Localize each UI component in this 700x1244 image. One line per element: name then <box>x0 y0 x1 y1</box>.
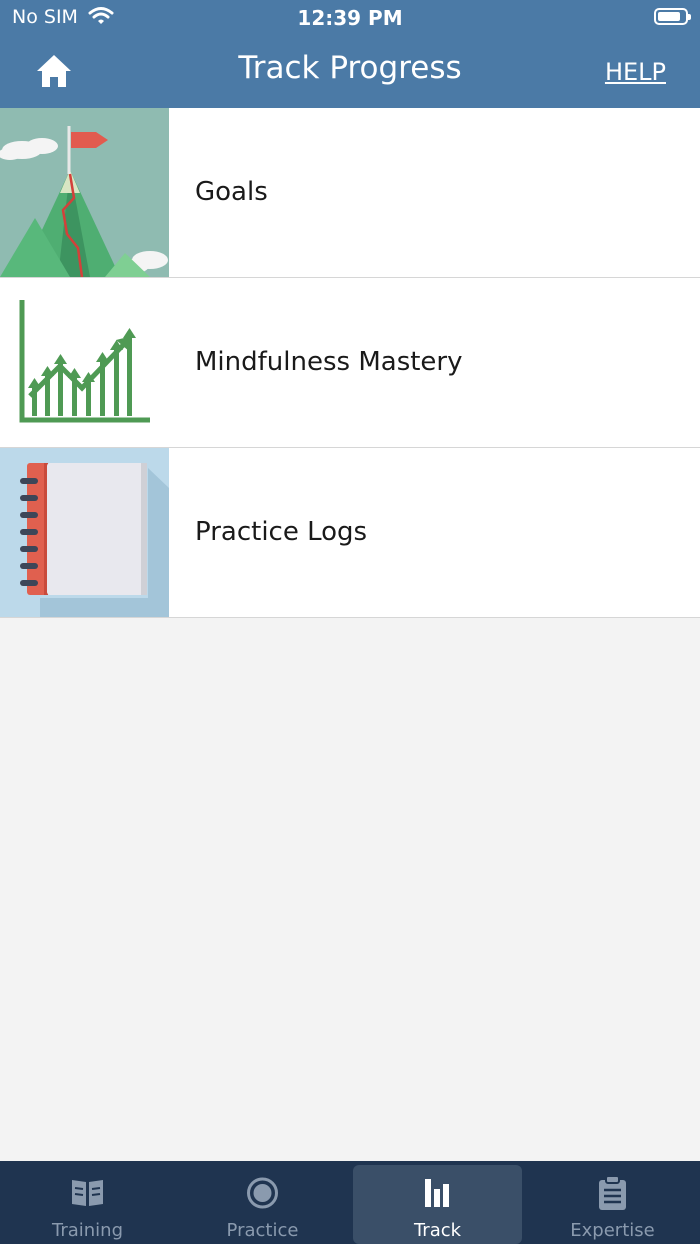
bar-chart-icon <box>350 1175 525 1211</box>
list-item-goals[interactable]: Goals <box>0 108 700 278</box>
circle-icon <box>175 1175 350 1211</box>
tab-practice[interactable]: Practice <box>175 1161 350 1244</box>
clipboard-icon <box>525 1175 700 1211</box>
tab-bar: Training Practice Track Expertise <box>0 1161 700 1244</box>
app-header: No SIM 12:39 PM Track Progress HELP <box>0 0 700 108</box>
tab-label: Practice <box>226 1220 299 1241</box>
page-title: Track Progress <box>238 50 462 86</box>
status-time: 12:39 PM <box>297 6 403 30</box>
growth-chart-icon <box>0 278 169 447</box>
tab-training[interactable]: Training <box>0 1161 175 1244</box>
tab-expertise[interactable]: Expertise <box>525 1161 700 1244</box>
list-item-label: Practice Logs <box>195 517 368 547</box>
book-icon <box>0 1175 175 1211</box>
list-item-practice-logs[interactable]: Practice Logs <box>0 448 700 618</box>
tab-label: Training <box>51 1220 124 1241</box>
status-bar: No SIM 12:39 PM <box>0 0 700 36</box>
list-item-label: Goals <box>195 177 268 207</box>
tab-track[interactable]: Track <box>350 1161 525 1244</box>
tab-label: Track <box>413 1220 462 1241</box>
battery-icon <box>654 8 691 25</box>
help-link[interactable]: HELP <box>605 58 666 86</box>
mountain-flag-icon <box>0 108 169 277</box>
tab-label: Expertise <box>570 1220 655 1241</box>
progress-list: Goals Mindfulness Mastery Practice Logs <box>0 108 700 618</box>
list-item-label: Mindfulness Mastery <box>195 347 463 377</box>
notebook-icon <box>0 448 169 617</box>
list-item-mindfulness-mastery[interactable]: Mindfulness Mastery <box>0 278 700 448</box>
